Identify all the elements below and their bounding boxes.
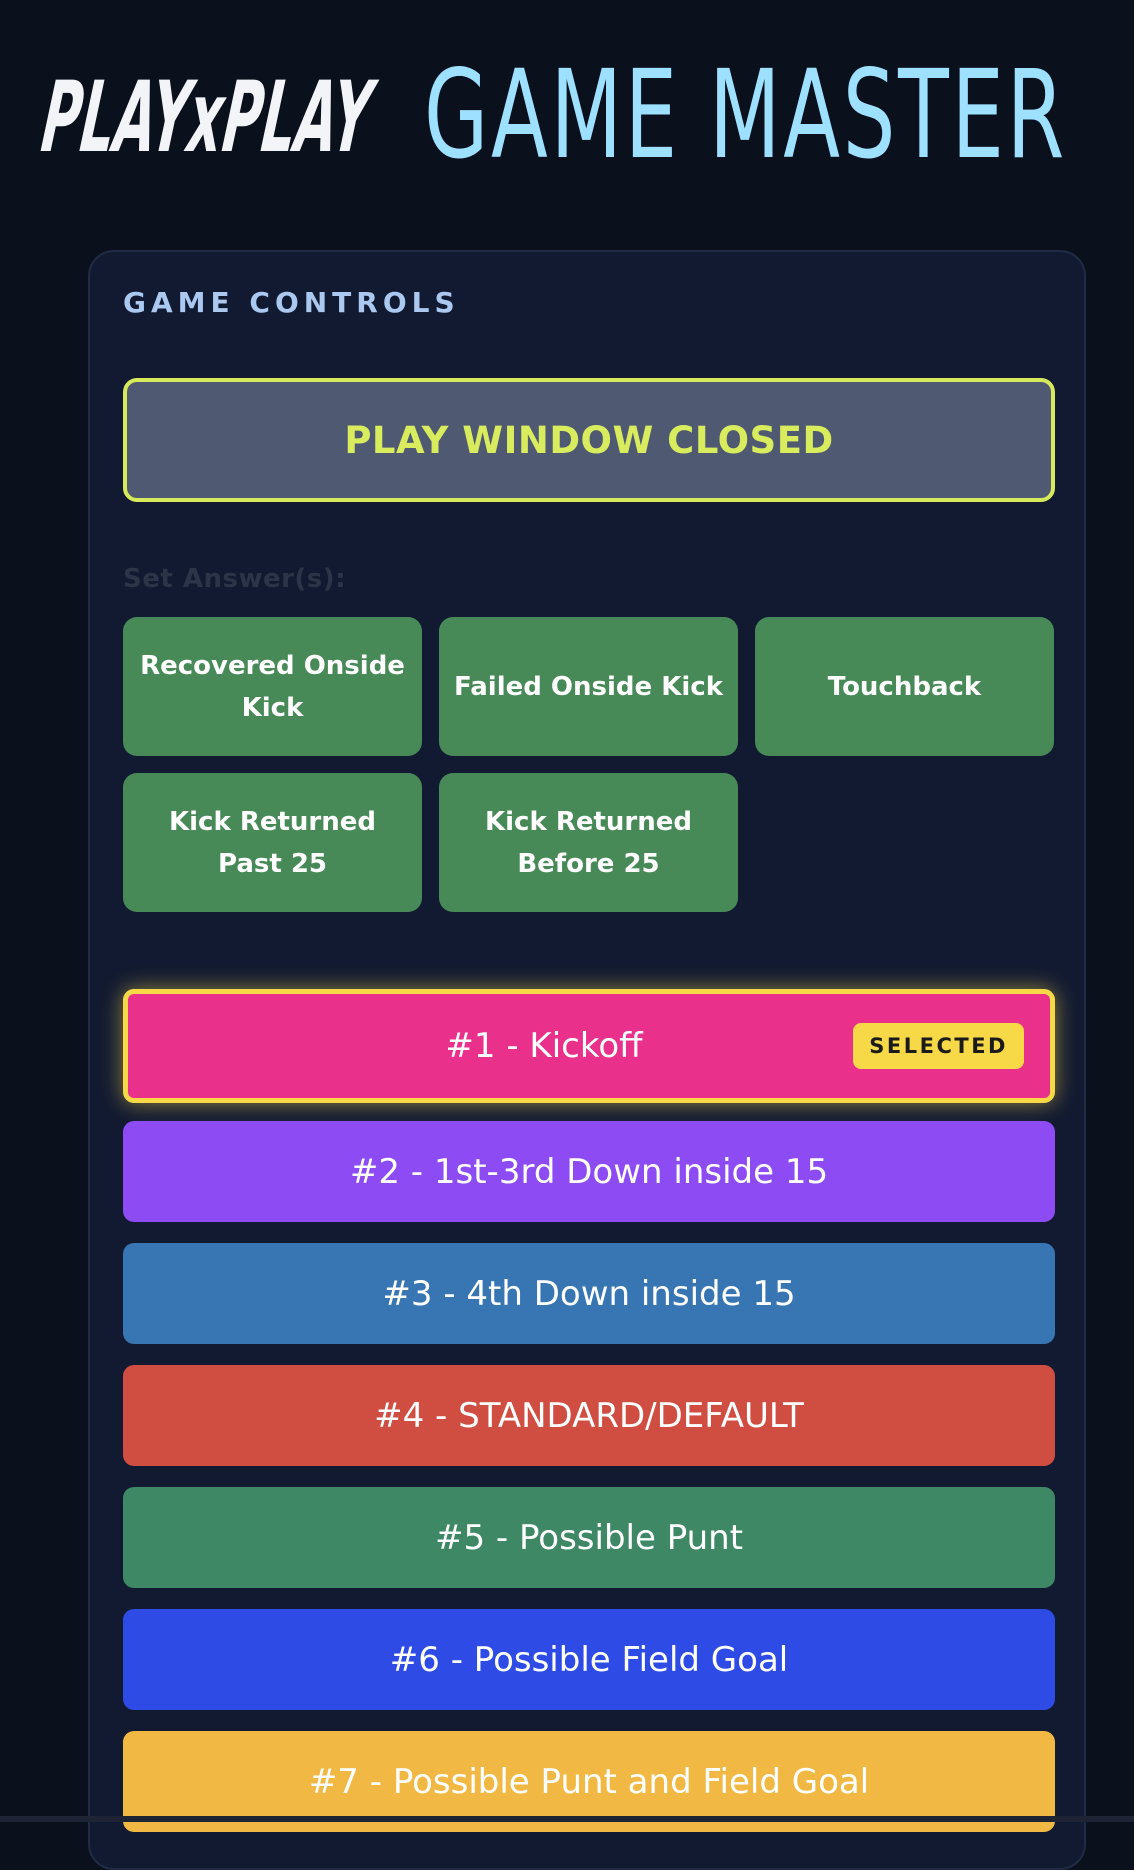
play-button-6[interactable]: #6 - Possible Field Goal (123, 1609, 1055, 1710)
answer-button-recovered-onside-kick[interactable]: Recovered Onside Kick (123, 617, 422, 756)
answer-button-failed-onside-kick[interactable]: Failed Onside Kick (439, 617, 738, 756)
play-label: #6 - Possible Field Goal (389, 1639, 789, 1680)
play-label: #4 - STANDARD/DEFAULT (374, 1395, 804, 1436)
play-button-2[interactable]: #2 - 1st-3rd Down inside 15 (123, 1121, 1055, 1222)
playxplay-logo: PLAYxPLAY (36, 65, 384, 165)
game-controls-panel: GAME CONTROLS PLAY WINDOW CLOSED Set Ans… (88, 250, 1086, 1870)
bottom-edge (0, 1816, 1134, 1822)
play-window-status[interactable]: PLAY WINDOW CLOSED (123, 378, 1055, 502)
play-button-5[interactable]: #5 - Possible Punt (123, 1487, 1055, 1588)
answer-button-touchback[interactable]: Touchback (755, 617, 1054, 756)
answer-button-kick-returned-past-25[interactable]: Kick Returned Past 25 (123, 773, 422, 912)
play-button-3[interactable]: #3 - 4th Down inside 15 (123, 1243, 1055, 1344)
section-title: GAME CONTROLS (123, 286, 460, 319)
set-answers-label: Set Answer(s): (123, 564, 347, 594)
logo-text: PLAYxPLAY (36, 65, 384, 165)
page-title: GAME MASTER (424, 44, 1068, 186)
play-button-1[interactable]: #1 - Kickoff SELECTED (123, 989, 1055, 1103)
play-label: #7 - Possible Punt and Field Goal (308, 1761, 870, 1802)
play-label: #5 - Possible Punt (434, 1517, 744, 1558)
play-label: #2 - 1st-3rd Down inside 15 (349, 1151, 829, 1192)
header: PLAYxPLAY GAME MASTER (36, 50, 1134, 180)
play-button-4[interactable]: #4 - STANDARD/DEFAULT (123, 1365, 1055, 1466)
play-label: #1 - Kickoff (445, 1026, 643, 1066)
answer-button-kick-returned-before-25[interactable]: Kick Returned Before 25 (439, 773, 738, 912)
selected-badge: SELECTED (853, 1023, 1024, 1069)
play-label: #3 - 4th Down inside 15 (382, 1273, 796, 1314)
